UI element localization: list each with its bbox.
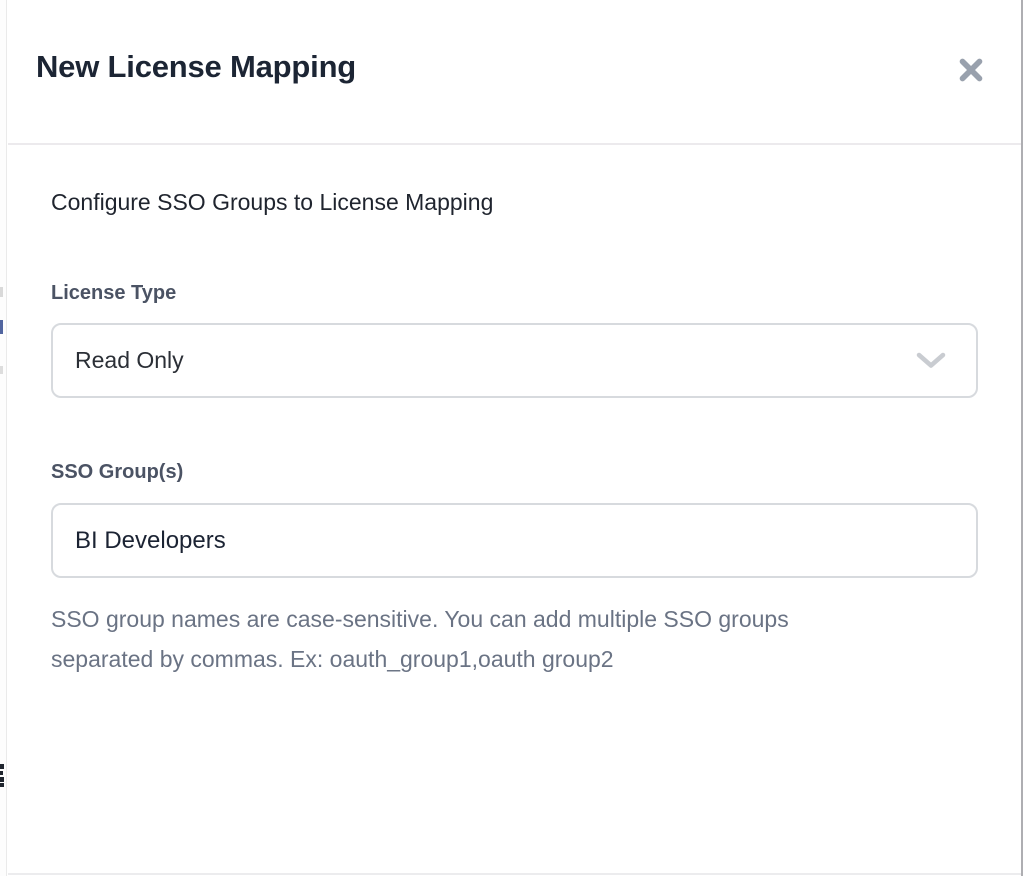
page-behind-fragment: [0, 320, 3, 334]
modal-body: Configure SSO Groups to License Mapping …: [8, 188, 1021, 679]
license-type-label: License Type: [51, 282, 978, 304]
new-license-mapping-modal: New License Mapping Configure SSO Groups…: [8, 0, 1021, 873]
page-behind-fragment: [0, 777, 4, 782]
page-behind-fragment: [0, 771, 3, 775]
close-button[interactable]: [949, 50, 993, 90]
sso-groups-label: SSO Group(s): [51, 461, 978, 483]
chevron-down-icon: [916, 352, 946, 369]
sso-groups-input[interactable]: [51, 503, 978, 578]
helper-line: separated by commas. Ex: oauth_group1,oa…: [51, 639, 978, 679]
window-right-edge: [1021, 0, 1023, 876]
modal-header: New License Mapping: [8, 0, 1021, 145]
window-bottom-edge: [8, 873, 1021, 875]
page-behind-fragment: [0, 366, 3, 374]
license-type-select[interactable]: Read Only: [51, 323, 978, 398]
page-behind-left-strip: [0, 0, 7, 876]
page-behind-fragment: [0, 287, 3, 297]
close-icon: [954, 53, 988, 87]
page-behind-fragment: [0, 783, 4, 787]
page-behind-fragment: [0, 764, 4, 769]
modal-title: New License Mapping: [36, 48, 356, 86]
section-heading: Configure SSO Groups to License Mapping: [51, 188, 978, 216]
license-type-selected-value: Read Only: [75, 347, 184, 374]
sso-groups-helper-text: SSO group names are case-sensitive. You …: [51, 599, 978, 679]
helper-line: SSO group names are case-sensitive. You …: [51, 599, 978, 639]
